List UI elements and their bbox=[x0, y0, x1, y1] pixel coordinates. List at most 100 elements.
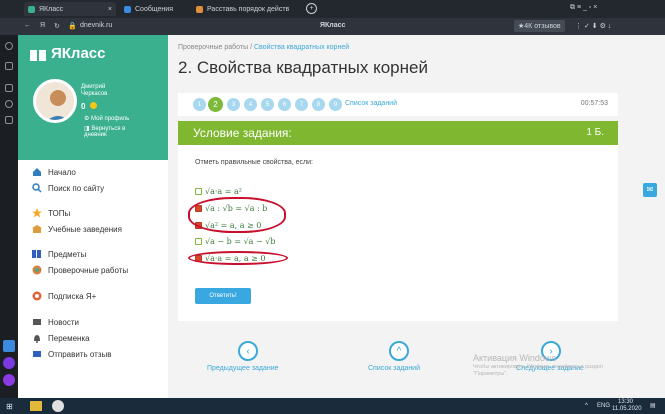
sidebar-item-tests[interactable]: Проверочные работы bbox=[18, 265, 168, 275]
question-text: Отметь правильные свойства, если: bbox=[195, 159, 313, 166]
user-surname[interactable]: Черкасов bbox=[81, 91, 107, 97]
reload-icon[interactable]: ↻ bbox=[54, 22, 60, 30]
back-icon[interactable]: ← bbox=[24, 22, 31, 29]
tab-yaklass[interactable]: ЯКласс × bbox=[24, 2, 116, 16]
new-tab-button[interactable]: + bbox=[306, 3, 317, 14]
page-title: 2. Свойства квадратных корней bbox=[178, 58, 428, 77]
prev-task-link[interactable]: Предыдущее задание bbox=[207, 365, 279, 372]
task-card: Условие задания: 1 Б. Отметь правильные … bbox=[178, 121, 618, 321]
windows-activation-text: Чтобы активировать Windows, перейдите в … bbox=[473, 364, 603, 377]
task-condition-title: Условие задания: bbox=[193, 126, 292, 140]
bell-icon bbox=[34, 335, 40, 343]
app-launcher-icon[interactable] bbox=[3, 340, 15, 352]
tray-arrow-icon[interactable]: ^ bbox=[585, 403, 588, 409]
news-icon bbox=[33, 319, 41, 325]
star-icon bbox=[32, 208, 42, 218]
task-list-link[interactable]: Список заданий bbox=[345, 100, 397, 107]
sidebar-item-search[interactable]: Поиск по сайту bbox=[18, 183, 168, 193]
timer: 00:57:53 bbox=[580, 100, 608, 107]
yaklass-favicon-icon bbox=[28, 5, 35, 13]
step-3[interactable]: 3 bbox=[227, 98, 240, 111]
sidebar-item-schools[interactable]: Учебные заведения bbox=[18, 224, 168, 234]
file-explorer-icon[interactable] bbox=[30, 401, 42, 411]
breadcrumb-current[interactable]: Свойства квадратных корней bbox=[254, 44, 349, 51]
browser-tab-bar: ЯКласс × Сообщения Расставь порядок дейс… bbox=[0, 0, 665, 18]
reviews-badge[interactable]: ★4К отзывов bbox=[514, 20, 565, 32]
step-8[interactable]: 8 bbox=[312, 98, 325, 111]
sidebar-item-subjects[interactable]: Предметы bbox=[18, 249, 168, 259]
right-side-bar: ✉ bbox=[640, 35, 665, 398]
page-favicon-icon bbox=[196, 5, 203, 13]
prev-arrow-icon[interactable]: ‹ bbox=[238, 341, 258, 361]
clock-icon[interactable] bbox=[5, 42, 13, 50]
breadcrumb-parent[interactable]: Проверочные работы bbox=[178, 44, 248, 51]
option-4-checkbox[interactable] bbox=[195, 238, 202, 245]
alice-assistant-icon[interactable] bbox=[3, 357, 15, 369]
step-5[interactable]: 5 bbox=[261, 98, 274, 111]
window-controls[interactable]: ⧉ ≡ _ ▫ × bbox=[570, 4, 597, 12]
music-icon[interactable] bbox=[3, 374, 15, 386]
step-6[interactable]: 6 bbox=[278, 98, 291, 111]
list-arrow-icon[interactable]: ^ bbox=[389, 341, 409, 361]
search-icon bbox=[32, 183, 42, 193]
mail-icon[interactable]: ✉ bbox=[643, 183, 657, 197]
tests-icon bbox=[32, 265, 42, 275]
option-4[interactable]: √a − b = √a − √b bbox=[195, 237, 275, 246]
windows-taskbar: ⊞ ^ ENG 13:30 11.05.2020 ▤ bbox=[0, 398, 665, 414]
site-title: ЯКласс bbox=[320, 22, 346, 29]
step-2-current[interactable]: 2 bbox=[208, 97, 223, 112]
step-7[interactable]: 7 bbox=[295, 98, 308, 111]
feedback-icon bbox=[33, 351, 41, 357]
avatar[interactable] bbox=[33, 79, 77, 123]
step-1[interactable]: 1 bbox=[193, 98, 206, 111]
close-tab-icon[interactable]: × bbox=[108, 6, 112, 13]
clock-time[interactable]: 13:30 bbox=[618, 399, 633, 405]
browser-side-panel bbox=[0, 0, 18, 398]
home-icon bbox=[33, 168, 41, 176]
language-indicator[interactable]: ENG bbox=[597, 403, 610, 409]
breadcrumb: Проверочные работы / Свойства квадратных… bbox=[178, 44, 350, 51]
browser-taskbar-icon[interactable] bbox=[52, 400, 64, 412]
books-icon bbox=[32, 250, 41, 258]
main-content: Проверочные работы / Свойства квадратных… bbox=[168, 35, 640, 398]
yaklass-logo[interactable]: ЯКласс bbox=[30, 45, 106, 62]
extension-icons[interactable]: ⋮ ✓ ⬇ ⚙ ↓ bbox=[575, 22, 611, 30]
user-name[interactable]: Дмитрий bbox=[81, 84, 105, 90]
sidebar-item-home[interactable]: Начало bbox=[18, 167, 168, 177]
back-to-diary-link[interactable]: ◨ Вернуться в дневник bbox=[84, 125, 146, 138]
book-icon bbox=[30, 48, 46, 61]
left-panel: ЯКласс Дмитрий Черкасов 0 ⚙ Мой профиль … bbox=[18, 35, 168, 398]
download-icon[interactable] bbox=[5, 84, 13, 92]
submit-button[interactable]: Ответить! bbox=[195, 288, 251, 304]
messages-favicon-icon bbox=[124, 5, 131, 13]
annotation-ellipse-1 bbox=[188, 197, 286, 233]
panel-icon[interactable] bbox=[5, 116, 13, 124]
sidebar-item-break[interactable]: Переменка bbox=[18, 333, 168, 343]
clock-date[interactable]: 11.05.2020 bbox=[612, 406, 642, 412]
sidebar-item-feedback[interactable]: Отправить отзыв bbox=[18, 349, 168, 359]
notifications-icon[interactable]: ▤ bbox=[650, 402, 656, 409]
step-9[interactable]: 9 bbox=[329, 98, 342, 111]
tab-messages[interactable]: Сообщения bbox=[120, 2, 188, 16]
windows-start-icon[interactable]: ⊞ bbox=[6, 402, 13, 411]
player-icon[interactable] bbox=[5, 100, 13, 108]
windows-activation-title: Активация Windows bbox=[473, 353, 556, 363]
coin-icon bbox=[89, 102, 97, 109]
option-1[interactable]: √a·a = a² bbox=[195, 187, 242, 196]
tab-order-of-operations[interactable]: Расставь порядок действ bbox=[192, 2, 296, 16]
option-1-checkbox[interactable] bbox=[195, 188, 202, 195]
sidebar-item-tops[interactable]: ТОПы bbox=[18, 208, 168, 218]
lock-icon: 🔒 bbox=[68, 23, 77, 30]
task-card-header: Условие задания: 1 Б. bbox=[178, 121, 618, 145]
yandex-icon[interactable]: Я bbox=[40, 22, 45, 29]
sidebar-item-subscription[interactable]: Подписка Я+ bbox=[18, 291, 168, 301]
url-field[interactable]: dnevnik.ru bbox=[80, 22, 112, 29]
step-4[interactable]: 4 bbox=[244, 98, 257, 111]
subscription-icon bbox=[32, 291, 42, 301]
sidebar-item-news[interactable]: Новости bbox=[18, 317, 168, 327]
bookmark-icon[interactable] bbox=[5, 62, 13, 70]
annotation-ellipse-2 bbox=[188, 251, 288, 265]
task-list-bottom-link[interactable]: Список заданий bbox=[368, 365, 420, 372]
score-badge: 0 bbox=[81, 102, 97, 111]
my-profile-link[interactable]: ⚙ Мой профиль bbox=[84, 115, 129, 122]
